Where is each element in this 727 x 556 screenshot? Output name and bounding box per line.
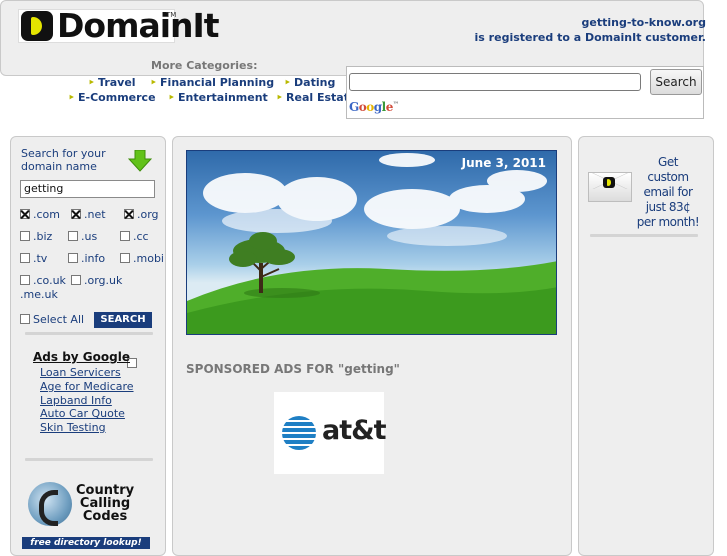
email-promo-line3: just 83¢ <box>645 200 691 214</box>
tld-label: .com <box>33 208 60 221</box>
category-link-entertainment[interactable]: Entertainment <box>168 91 268 104</box>
logo-wordmark: DomainIt <box>57 6 220 45</box>
category-link-dating[interactable]: Dating <box>284 76 335 89</box>
domain-search-title: Search for your domain name <box>21 147 106 173</box>
tld-checkbox-net[interactable]: .net <box>71 208 106 221</box>
email-promo-line1: Get custom <box>647 155 689 184</box>
registered-domain: getting-to-know.org <box>581 16 706 29</box>
tld-label: .org <box>137 208 159 221</box>
checkbox-icon[interactable] <box>20 231 30 241</box>
select-all-checkbox[interactable]: Select All <box>20 313 84 326</box>
domainit-mini-logo-icon <box>603 177 615 188</box>
category-link-financial-planning[interactable]: Financial Planning <box>150 76 274 89</box>
divider <box>25 332 153 335</box>
google-search-button[interactable]: Search <box>650 69 702 95</box>
registration-notice: getting-to-know.org is registered to a D… <box>475 15 706 45</box>
checkbox-icon[interactable] <box>20 275 30 285</box>
tld-label: .co.uk <box>33 274 66 287</box>
email-promo-line2: email for <box>643 185 693 199</box>
checkbox-icon[interactable] <box>120 253 130 263</box>
category-link-e-commerce[interactable]: E-Commerce <box>68 91 156 104</box>
tld-label: .us <box>81 230 98 243</box>
checkbox-icon[interactable] <box>68 231 78 241</box>
category-link-real-estate[interactable]: Real Estate <box>276 91 356 104</box>
checkbox-icon[interactable] <box>120 231 130 241</box>
country-calling-codes-link[interactable]: Country Calling Codes <box>76 484 134 523</box>
att-globe-icon[interactable] <box>282 416 316 450</box>
tld-label: .tv <box>33 252 48 265</box>
checkbox-icon[interactable] <box>20 253 30 263</box>
ad-link-age-for-medicare[interactable]: Age for Medicare <box>40 380 134 393</box>
google-logo: Google™ <box>349 100 399 114</box>
email-promo-line4: per month! <box>636 215 700 229</box>
tld-checkbox-us[interactable]: .us <box>68 230 97 243</box>
tld-checkbox-com[interactable]: .com <box>20 208 60 221</box>
divider <box>590 234 698 237</box>
categories-title: More Categories: <box>151 59 258 72</box>
divider <box>25 458 153 461</box>
checkbox-icon[interactable] <box>124 209 134 219</box>
ad-link-lapband-info[interactable]: Lapband Info <box>40 394 112 407</box>
landscape-illustration <box>187 153 556 334</box>
logo-trademark: TM <box>166 11 177 19</box>
country-codes-line3: Codes <box>82 509 128 524</box>
tld-label: .net <box>84 208 106 221</box>
tld-checkbox-co-uk[interactable]: .co.uk <box>20 274 66 287</box>
tld-checkbox-info[interactable]: .info <box>68 252 105 265</box>
domain-search-button[interactable]: SEARCH <box>94 312 152 328</box>
tld-label: .biz <box>33 230 53 243</box>
tld-label: .info <box>81 252 106 265</box>
domain-search-title-line2: domain name <box>21 160 97 173</box>
ads-by-google-title[interactable]: Ads by Google <box>33 350 130 364</box>
tld-checkbox-org[interactable]: .org <box>124 208 159 221</box>
att-wordmark[interactable]: at&t <box>322 415 387 446</box>
phone-globe-icon[interactable] <box>28 482 72 526</box>
domainit-logo[interactable]: DomainIt TM <box>18 6 220 45</box>
ad-link-auto-car-quote[interactable]: Auto Car Quote <box>40 407 125 420</box>
checkbox-icon[interactable] <box>71 275 81 285</box>
checkbox-icon[interactable] <box>68 253 78 263</box>
google-search-input[interactable] <box>349 73 641 91</box>
tld-label: .mobi <box>133 252 164 265</box>
category-link-travel[interactable]: Travel <box>88 76 136 89</box>
checkbox-icon[interactable] <box>20 209 30 219</box>
registered-text: is registered to a DomainIt customer. <box>474 31 706 44</box>
domain-search-title-line1: Search for your <box>21 147 106 160</box>
tld-checkbox-biz[interactable]: .biz <box>20 230 52 243</box>
tld-label-me-uk: .me.uk <box>20 288 58 301</box>
tld-checkbox-mobi[interactable]: .mobi <box>120 252 164 265</box>
down-arrow-icon <box>128 150 152 172</box>
sponsored-ads-title: SPONSORED ADS FOR "getting" <box>186 362 400 376</box>
tld-checkbox-org-uk[interactable]: .org.uk <box>71 274 122 287</box>
checkbox-icon[interactable] <box>71 209 81 219</box>
custom-email-promo-link[interactable]: Get custom email for just 83¢ per month! <box>636 155 700 230</box>
ad-link-loan-servicers[interactable]: Loan Servicers <box>40 366 121 379</box>
tld-checkbox-tv[interactable]: .tv <box>20 252 47 265</box>
tld-checkbox-cc[interactable]: .cc <box>120 230 149 243</box>
hero-date: June 3, 2011 <box>461 156 546 170</box>
hero-landscape-image: June 3, 2011 <box>186 150 557 335</box>
logo-d-mark <box>21 11 53 41</box>
select-all-label: Select All <box>33 313 85 326</box>
tld-label: .org.uk <box>84 274 123 287</box>
free-directory-banner[interactable]: free directory lookup! <box>22 537 150 549</box>
checkbox-icon[interactable] <box>20 314 30 324</box>
domain-search-input[interactable]: getting <box>20 180 155 198</box>
ad-link-skin-testing[interactable]: Skin Testing <box>40 421 106 434</box>
tld-label: .cc <box>133 230 149 243</box>
